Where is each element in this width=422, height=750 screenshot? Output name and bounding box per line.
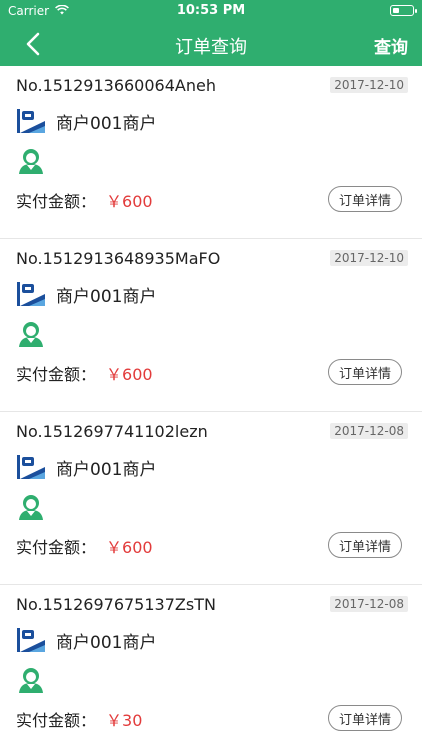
merchant-row: 商户001商户 [16,108,156,134]
merchant-name: 商户001商户 [56,286,157,307]
merchant-name: 商户001商户 [56,632,157,653]
user-avatar-icon [16,146,46,180]
order-detail-button[interactable]: 订单详情 [328,532,402,558]
order-number: No.1512697741102lezn [16,422,208,441]
order-date: 2017-12-10 [330,250,408,266]
order-number: No.1512697675137ZsTN [16,595,216,614]
page-title: 订单查询 [175,37,247,58]
order-number: No.1512913648935MaFO [16,249,221,268]
order-card: No.1512697741102lezn 2017-12-08 商户001商户 [0,412,422,585]
amount-value: ￥600 [106,192,153,211]
user-avatar-icon [16,319,46,353]
order-date: 2017-12-08 [330,423,408,439]
amount-row: 实付金额： ￥30 [16,707,142,731]
order-list[interactable]: No.1512913660064Aneh 2017-12-10 商户001商户 [0,66,422,750]
merchant-logo-icon [17,282,45,306]
order-detail-button[interactable]: 订单详情 [328,186,402,212]
amount-value: ￥30 [106,711,143,730]
merchant-logo-icon [17,455,45,479]
user-avatar-icon [16,665,46,699]
order-number: No.1512913660064Aneh [16,76,216,95]
amount-label: 实付金额： [16,365,97,384]
status-time: 10:53 PM [176,3,246,18]
amount-row: 实付金额： ￥600 [16,361,153,385]
order-detail-button[interactable]: 订单详情 [328,705,402,731]
order-date: 2017-12-08 [330,596,408,612]
battery-icon [390,5,417,16]
amount-label: 实付金额： [16,711,97,730]
merchant-name: 商户001商户 [56,459,157,480]
merchant-row: 商户001商户 [16,627,156,653]
amount-label: 实付金额： [16,538,97,557]
amount-row: 实付金额： ￥600 [16,534,153,558]
merchant-logo-icon [17,628,45,652]
order-detail-button[interactable]: 订单详情 [328,359,402,385]
amount-value: ￥600 [106,538,153,557]
user-avatar-icon [16,492,46,526]
merchant-name: 商户001商户 [56,113,157,134]
merchant-row: 商户001商户 [16,454,156,480]
amount-value: ￥600 [106,365,153,384]
navigation-bar: 订单查询 查询 [0,22,422,66]
order-card: No.1512913660064Aneh 2017-12-10 商户001商户 [0,66,422,239]
amount-row: 实付金额： ￥600 [16,188,153,212]
order-query-screen: Carrier 10:53 PM 订单查询 查询 No.151291366006… [0,0,422,750]
order-card: No.1512913648935MaFO 2017-12-10 商户001商户 [0,239,422,412]
amount-label: 实付金额： [16,192,97,211]
order-date: 2017-12-10 [330,77,408,93]
status-bar: Carrier 10:53 PM [0,0,422,22]
search-button[interactable]: 查询 [374,33,408,58]
top-bar: Carrier 10:53 PM 订单查询 查询 [0,0,422,66]
merchant-row: 商户001商户 [16,281,156,307]
merchant-logo-icon [17,109,45,133]
order-card: No.1512697675137ZsTN 2017-12-08 商户001商户 [0,585,422,750]
